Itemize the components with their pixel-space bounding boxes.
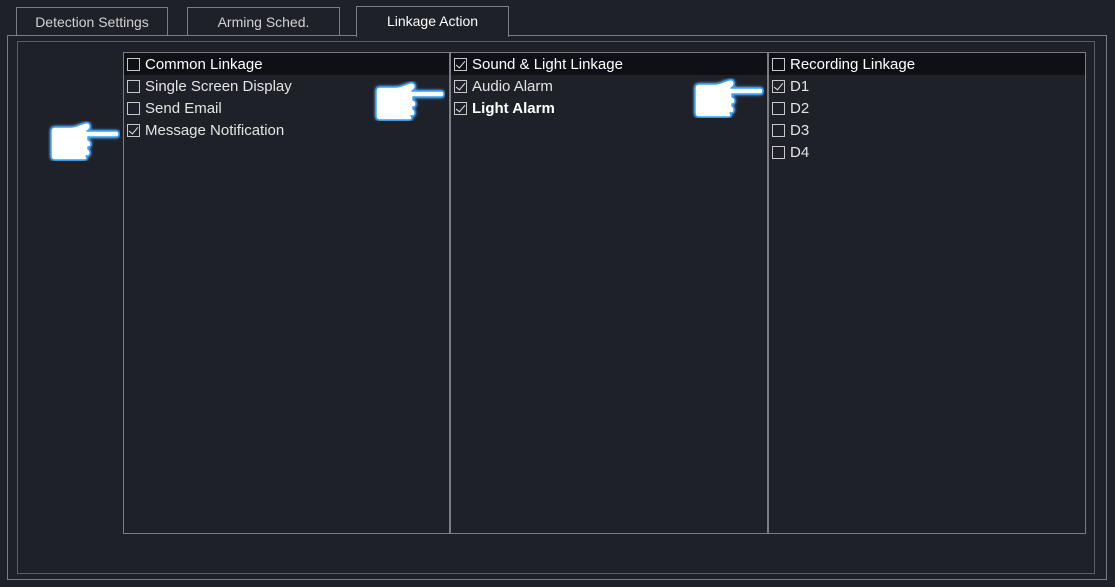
- audio-alarm-label: Audio Alarm: [472, 77, 553, 95]
- light-alarm-label: Light Alarm: [472, 99, 555, 117]
- d1-checkbox[interactable]: [772, 79, 785, 93]
- pointing-hand-icon: [373, 81, 445, 121]
- d3-checkbox[interactable]: [772, 123, 785, 137]
- message-notification-label: Message Notification: [145, 121, 285, 139]
- send-email-label: Send Email: [145, 99, 222, 117]
- common-linkage-checkbox[interactable]: [127, 57, 140, 71]
- pointing-hand-shape: [375, 82, 445, 121]
- common-linkage-label: Common Linkage: [145, 55, 263, 73]
- list-item-message-notification[interactable]: Message Notification: [124, 119, 449, 141]
- recording-linkage-header[interactable]: Recording Linkage: [769, 53, 1085, 75]
- light-alarm-checkbox[interactable]: [454, 101, 467, 115]
- d3-label: D3: [790, 121, 810, 139]
- d4-checkbox[interactable]: [772, 145, 785, 159]
- list-item-d2[interactable]: D2: [769, 97, 1085, 119]
- pointing-hand-icon: [48, 121, 120, 161]
- recording-linkage-checkbox[interactable]: [772, 57, 785, 71]
- pointing-hand-shape: [694, 79, 764, 118]
- d2-checkbox[interactable]: [772, 101, 785, 115]
- linkage-action-panel: Detection Settings Arming Sched. Linkage…: [0, 0, 1115, 587]
- single-screen-display-checkbox[interactable]: [127, 79, 140, 93]
- sound-light-linkage-column: Sound & Light Linkage Audio Alarm Light …: [450, 52, 768, 534]
- sound-light-linkage-checkbox[interactable]: [454, 57, 467, 71]
- common-linkage-column: Common Linkage Single Screen Display Sen…: [123, 52, 450, 534]
- pointing-hand-shape: [50, 122, 120, 161]
- sound-light-linkage-label: Sound & Light Linkage: [472, 55, 623, 73]
- recording-linkage-column: Recording Linkage D1 D2 D3 D4: [768, 52, 1086, 534]
- list-item-d4[interactable]: D4: [769, 141, 1085, 163]
- send-email-checkbox[interactable]: [127, 101, 140, 115]
- message-notification-checkbox[interactable]: [127, 123, 140, 137]
- d1-label: D1: [790, 77, 810, 95]
- tab-linkage-action[interactable]: Linkage Action: [356, 6, 509, 37]
- tab-arming-sched[interactable]: Arming Sched.: [187, 7, 340, 36]
- sound-light-linkage-header[interactable]: Sound & Light Linkage: [451, 53, 767, 75]
- list-item-d3[interactable]: D3: [769, 119, 1085, 141]
- audio-alarm-checkbox[interactable]: [454, 79, 467, 93]
- d2-label: D2: [790, 99, 810, 117]
- list-item-d1[interactable]: D1: [769, 75, 1085, 97]
- pointing-hand-icon: [692, 78, 764, 118]
- recording-linkage-label: Recording Linkage: [790, 55, 916, 73]
- d4-label: D4: [790, 143, 810, 161]
- tab-detection-settings[interactable]: Detection Settings: [16, 7, 168, 36]
- common-linkage-header[interactable]: Common Linkage: [124, 53, 449, 75]
- single-screen-display-label: Single Screen Display: [145, 77, 292, 95]
